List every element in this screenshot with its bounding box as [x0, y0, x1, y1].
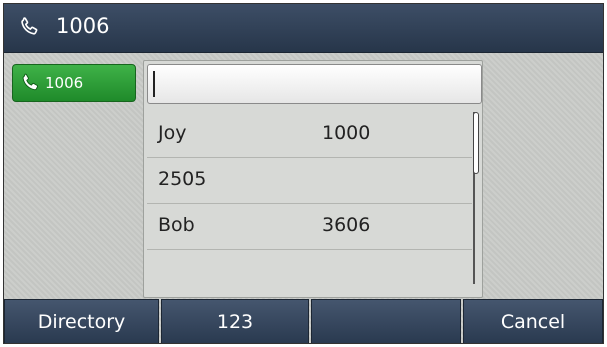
softkey-bar: Directory 123 Cancel [4, 299, 603, 343]
cancel-softkey-label: Cancel [500, 310, 566, 333]
directory-softkey-label: Directory [37, 310, 126, 333]
contact-name: 2505 [158, 168, 207, 190]
list-item[interactable]: Joy 1000 [147, 112, 472, 158]
cancel-softkey[interactable]: Cancel [463, 299, 603, 343]
phone-handset-icon [22, 73, 39, 91]
search-input[interactable] [147, 64, 482, 104]
line-key-button[interactable]: 1006 [12, 64, 136, 102]
title-text: 1006 [56, 14, 110, 38]
text-caret [153, 71, 155, 97]
contact-number: 1000 [322, 122, 371, 144]
directory-softkey[interactable]: Directory [4, 299, 159, 343]
phone-screen: 1006 1006 Joy 1000 2505 Bob 3606 Directo… [3, 3, 604, 344]
empty-softkey[interactable] [311, 299, 461, 343]
input-mode-softkey[interactable]: 123 [161, 299, 309, 343]
input-mode-softkey-label: 123 [216, 310, 254, 333]
line-key-label: 1006 [45, 74, 84, 92]
scrollbar-thumb[interactable] [473, 112, 479, 174]
list-item[interactable]: Bob 3606 [147, 204, 472, 250]
contact-name: Joy [158, 122, 187, 144]
contact-number: 3606 [322, 214, 371, 236]
list-item[interactable]: 2505 [147, 158, 472, 204]
contact-name: Bob [158, 214, 195, 236]
phone-handset-icon [21, 17, 38, 35]
title-bar: 1006 [4, 4, 603, 53]
